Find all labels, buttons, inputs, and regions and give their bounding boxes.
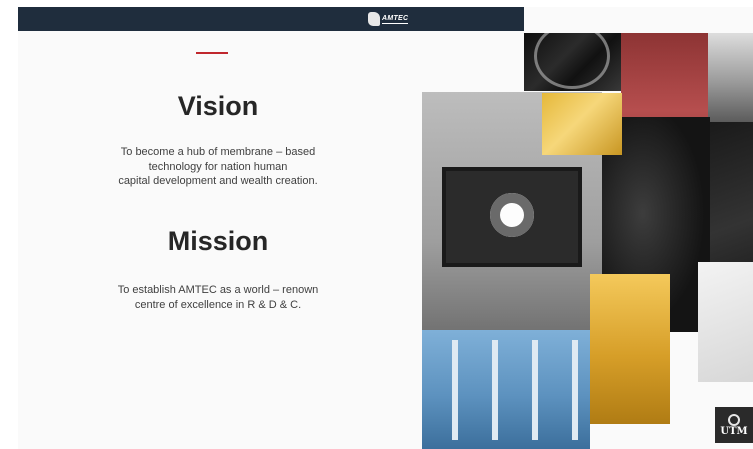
photo-white-sample	[698, 262, 753, 382]
mission-title: Mission	[167, 226, 269, 256]
monitor-screen	[442, 167, 582, 267]
presentation-slide: AMTEC Vision To become a hub of membrane…	[18, 7, 753, 449]
vision-line: To become a hub of membrane – based	[120, 146, 316, 158]
amtec-logo: AMTEC	[368, 11, 409, 27]
utm-crest-icon	[728, 413, 740, 426]
amtec-logo-icon	[368, 12, 380, 26]
amtec-logo-text: AMTEC	[382, 14, 409, 24]
photo-lab-room	[708, 33, 753, 123]
photo-fibers	[524, 33, 624, 91]
red-divider	[196, 52, 228, 54]
vision-title: Vision	[177, 91, 259, 121]
mission-line: centre of excellence in R & D & C.	[134, 298, 302, 311]
mission-line: To establish AMTEC as a world – renown	[117, 284, 319, 296]
photo-pipes-blue	[422, 330, 590, 449]
vision-line: capital development and wealth creation.	[118, 175, 318, 187]
utm-logo-text: UTM	[720, 425, 748, 437]
utm-logo: UTM	[715, 407, 753, 443]
vision-line: technology for nation human	[148, 160, 288, 173]
photo-lab-yellow	[590, 274, 670, 424]
photo-pellets-yellow	[542, 93, 622, 155]
mission-statement: To establish AMTEC as a world – renown c…	[78, 283, 358, 312]
slide-header-bar: AMTEC	[18, 7, 524, 31]
vision-statement: To become a hub of membrane – based tech…	[78, 145, 358, 189]
